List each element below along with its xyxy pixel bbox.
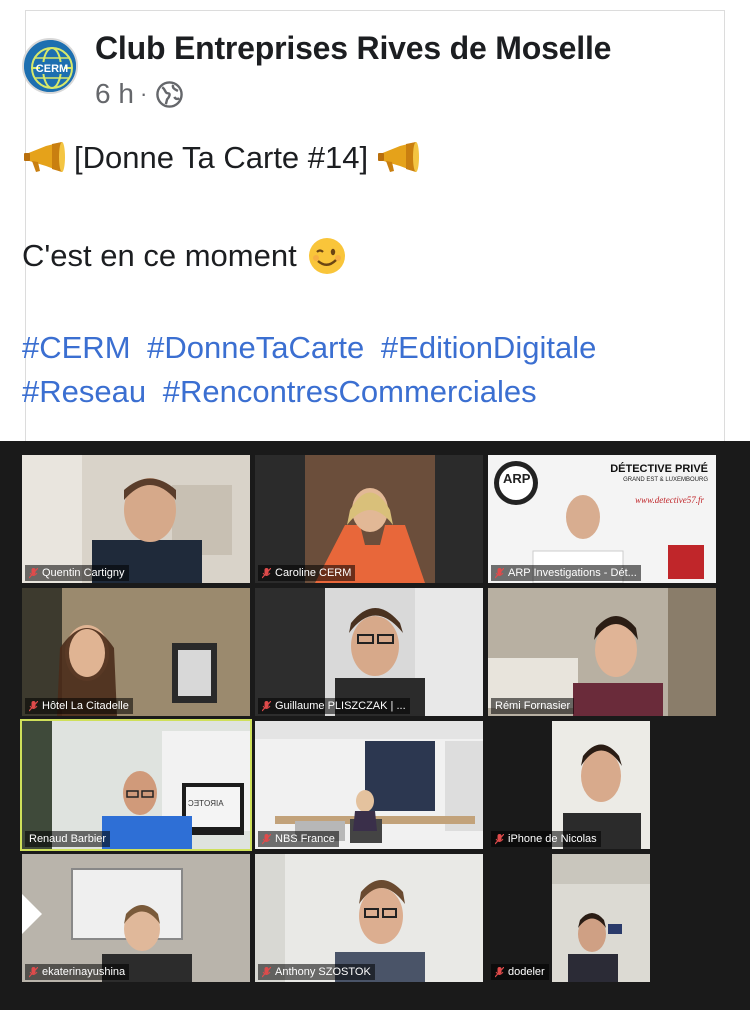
participant-video: [255, 455, 483, 583]
muted-mic-icon: [495, 966, 504, 977]
muted-mic-icon: [29, 567, 38, 578]
participant-name: dodeler: [508, 966, 545, 978]
participant-video: [22, 588, 250, 716]
participant-tile[interactable]: ekaterinayushina: [22, 854, 250, 982]
participant-tile[interactable]: dodeler: [488, 854, 716, 982]
muted-mic-icon: [495, 567, 504, 578]
participant-name-tag: Rémi Fornasier: [491, 698, 575, 714]
post-line-moment: C'est en ce moment: [22, 234, 682, 278]
arp-subtitle: GRAND EST & LUXEMBOURG: [623, 477, 708, 483]
page-name-link[interactable]: Club Entreprises Rives de Moselle: [95, 30, 611, 67]
post-time[interactable]: 6 h: [95, 78, 134, 110]
participant-name-tag: iPhone de Nicolas: [491, 831, 601, 847]
participant-name-tag: Caroline CERM: [258, 565, 356, 581]
arp-url: www.detective57.fr: [635, 495, 704, 505]
participant-tile-active-speaker[interactable]: AIROTEC Renaud Barbier: [20, 719, 252, 851]
screen-brand: AIROTEC: [188, 799, 224, 808]
muted-mic-icon: [29, 700, 38, 711]
participant-video: [488, 721, 716, 849]
hashtag-link[interactable]: #CERM: [22, 330, 131, 365]
participant-name-tag: Quentin Cartigny: [25, 565, 129, 581]
winking-face-icon: [308, 238, 345, 274]
hashtag-link[interactable]: #DonneTaCarte: [147, 330, 364, 365]
participant-tile[interactable]: Guillaume PLISZCZAK | ...: [255, 588, 483, 716]
page-avatar[interactable]: CERM: [22, 38, 78, 94]
participant-name: Renaud Barbier: [29, 833, 107, 845]
participant-name-tag: ARP Investigations - Dét...: [491, 565, 641, 581]
muted-mic-icon: [262, 833, 271, 844]
participant-video: [255, 588, 483, 716]
participant-name-tag: ekaterinayushina: [25, 964, 130, 980]
participant-video: [488, 854, 716, 982]
participant-video: [22, 721, 250, 849]
svg-text:CERM: CERM: [36, 63, 68, 75]
participant-video: [488, 588, 716, 716]
muted-mic-icon: [262, 966, 271, 977]
participant-video: [255, 854, 483, 982]
participant-name: Guillaume PLISZCZAK | ...: [275, 700, 406, 712]
post-title-text: [Donne Ta Carte #14]: [74, 140, 369, 175]
participant-tile[interactable]: Caroline CERM: [255, 455, 483, 583]
hashtag-list: #CERM #DonneTaCarte #EditionDigitale #Re…: [22, 326, 682, 414]
participant-name: ARP Investigations - Dét...: [508, 567, 637, 579]
participant-video: [22, 854, 250, 982]
participant-tile[interactable]: Hôtel La Citadelle: [22, 588, 250, 716]
participant-tile[interactable]: Anthony SZOSTOK: [255, 854, 483, 982]
post-meta: 6 h ·: [95, 78, 184, 110]
participant-name: Caroline CERM: [275, 567, 352, 579]
arp-logo: ARP: [503, 471, 531, 486]
participant-name-tag: Hôtel La Citadelle: [25, 698, 133, 714]
participant-tile[interactable]: Quentin Cartigny: [22, 455, 250, 583]
hashtag-link[interactable]: #RencontresCommerciales: [163, 374, 537, 409]
participant-tile[interactable]: ARP DÉTECTIVE PRIVÉ GRAND EST & LUXEMBOU…: [488, 455, 716, 583]
participant-name: Rémi Fornasier: [495, 700, 571, 712]
post-line-title: [Donne Ta Carte #14]: [22, 136, 682, 180]
participant-name-tag: Guillaume PLISZCZAK | ...: [258, 698, 410, 714]
participant-tile[interactable]: iPhone de Nicolas: [488, 721, 716, 849]
participant-name-tag: NBS France: [258, 831, 339, 847]
participant-tile[interactable]: Rémi Fornasier: [488, 588, 716, 716]
post-body: [Donne Ta Carte #14] C'est en ce moment: [22, 136, 682, 278]
muted-mic-icon: [29, 966, 38, 977]
meta-separator: ·: [139, 81, 148, 106]
hashtag-link[interactable]: #EditionDigitale: [381, 330, 596, 365]
muted-mic-icon: [495, 833, 504, 844]
muted-mic-icon: [262, 700, 271, 711]
post-photo-video-call[interactable]: Quentin Cartigny Caroline CERM ARP DÉTEC…: [0, 441, 750, 1010]
post-moment-text: C'est en ce moment: [22, 238, 297, 273]
participant-name: Anthony SZOSTOK: [275, 966, 371, 978]
participant-name: Hôtel La Citadelle: [42, 700, 129, 712]
muted-mic-icon: [262, 567, 271, 578]
participant-name: iPhone de Nicolas: [508, 833, 597, 845]
hashtag-link[interactable]: #Reseau: [22, 374, 146, 409]
participant-name: Quentin Cartigny: [42, 567, 125, 579]
participant-video: [255, 721, 483, 849]
arp-title: DÉTECTIVE PRIVÉ: [610, 463, 708, 475]
megaphone-icon: [24, 142, 65, 172]
megaphone-icon: [378, 142, 420, 172]
participant-name: NBS France: [275, 833, 335, 845]
participant-tile[interactable]: NBS France: [255, 721, 483, 849]
participant-name-tag: dodeler: [491, 964, 549, 980]
participant-name-tag: Anthony SZOSTOK: [258, 964, 375, 980]
participant-name: ekaterinayushina: [42, 966, 126, 978]
participant-name-tag: Renaud Barbier: [25, 831, 111, 847]
participant-video: [22, 455, 250, 583]
globe-icon[interactable]: [155, 80, 184, 109]
